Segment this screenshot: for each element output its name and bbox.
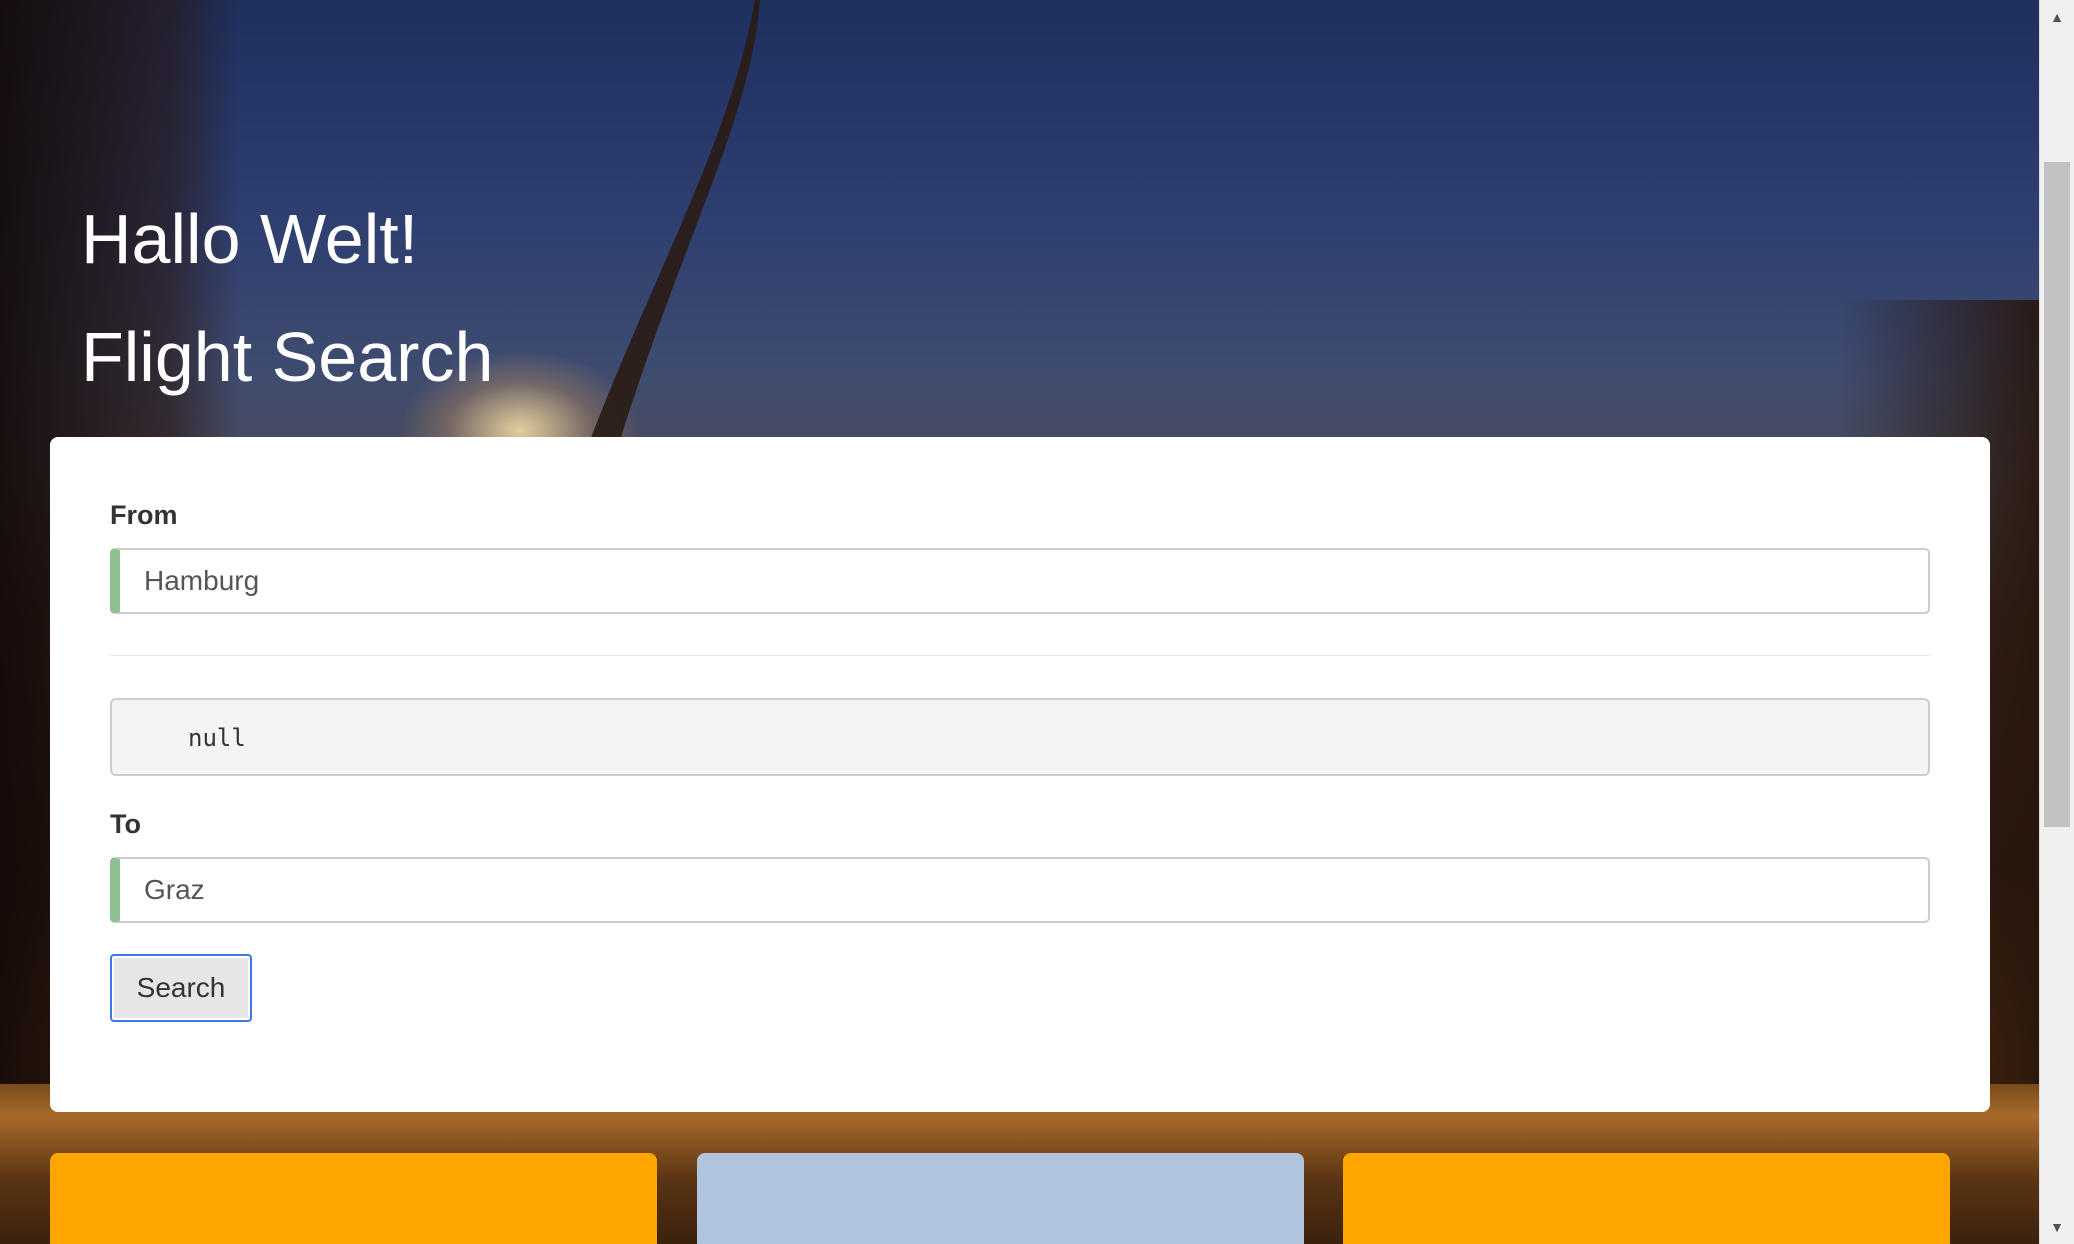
page-title: Flight Search [81, 318, 494, 396]
flight-card-3[interactable] [1343, 1153, 1950, 1244]
divider [110, 655, 1930, 656]
debug-output: null [110, 698, 1930, 776]
scroll-up-icon[interactable]: ▲ [2040, 0, 2074, 34]
to-label: To [110, 809, 141, 839]
background-horn [590, 0, 760, 440]
from-input[interactable] [110, 548, 1930, 614]
scroll-down-icon[interactable]: ▼ [2040, 1210, 2074, 1244]
search-button[interactable]: Search [110, 954, 252, 1022]
flight-card-2[interactable] [697, 1153, 1304, 1244]
scrollbar-thumb[interactable] [2044, 162, 2070, 827]
from-label: From [110, 500, 178, 530]
page: Hallo Welt! Flight Search From null To S… [0, 0, 2074, 1244]
flight-search-card: From null To Search [50, 437, 1990, 1112]
flight-card-1[interactable] [50, 1153, 657, 1244]
to-input[interactable] [110, 857, 1930, 923]
vertical-scrollbar[interactable]: ▲ ▼ [2039, 0, 2074, 1244]
greeting-heading: Hallo Welt! [81, 200, 419, 278]
